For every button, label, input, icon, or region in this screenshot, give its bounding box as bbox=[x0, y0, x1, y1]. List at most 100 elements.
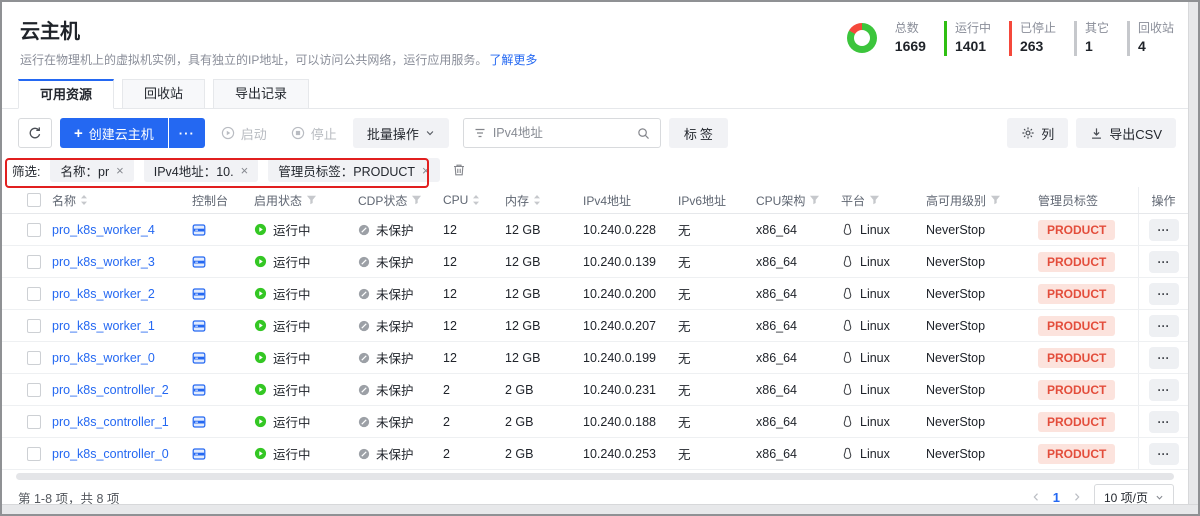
ipv4-value: 10.240.0.228 bbox=[583, 223, 656, 237]
row-actions-button[interactable]: ··· bbox=[1149, 411, 1179, 433]
filter-chip-admin-tag[interactable]: 管理员标签：PRODUCT × bbox=[268, 158, 439, 182]
page-number[interactable]: 1 bbox=[1053, 490, 1060, 505]
prev-page-button[interactable] bbox=[1029, 490, 1043, 504]
filter-icon[interactable] bbox=[411, 195, 422, 205]
column-header-platform[interactable]: 平台 bbox=[841, 192, 926, 209]
export-csv-button[interactable]: 导出CSV bbox=[1076, 118, 1176, 148]
tab-available-resources[interactable]: 可用资源 bbox=[18, 79, 114, 109]
select-all-checkbox[interactable] bbox=[27, 193, 41, 207]
tab-export-records[interactable]: 导出记录 bbox=[213, 79, 309, 109]
row-checkbox[interactable] bbox=[27, 255, 41, 269]
admin-tag-badge: PRODUCT bbox=[1038, 316, 1115, 336]
sort-icon[interactable] bbox=[472, 194, 480, 206]
sort-icon[interactable] bbox=[533, 194, 541, 206]
column-header-mem[interactable]: 内存 bbox=[505, 192, 583, 209]
host-name-link[interactable]: pro_k8s_worker_1 bbox=[52, 319, 155, 333]
memory-value: 2 GB bbox=[505, 383, 534, 397]
search-input[interactable] bbox=[493, 126, 630, 140]
column-header-tag[interactable]: 管理员标签 bbox=[1038, 192, 1138, 209]
filter-chip-ipv4[interactable]: IPv4地址：10. × bbox=[144, 158, 259, 182]
stop-circle-icon bbox=[291, 126, 305, 140]
close-icon[interactable]: × bbox=[422, 164, 430, 177]
row-checkbox[interactable] bbox=[27, 319, 41, 333]
tab-recycle-bin[interactable]: 回收站 bbox=[122, 79, 205, 109]
column-header-ipv4[interactable]: IPv4地址 bbox=[583, 192, 678, 209]
columns-button[interactable]: 列 bbox=[1007, 118, 1068, 148]
page-subtitle-text: 运行在物理机上的虚拟机实例，具有独立的IP地址，可以访问公共网络，运行应用服务。 bbox=[20, 53, 487, 67]
cpu-value: 12 bbox=[443, 287, 457, 301]
close-icon[interactable]: × bbox=[241, 164, 249, 177]
learn-more-link[interactable]: 了解更多 bbox=[489, 53, 537, 67]
stop-button[interactable]: 停止 bbox=[283, 118, 345, 148]
row-actions-button[interactable]: ··· bbox=[1149, 379, 1179, 401]
create-more-button[interactable]: ··· bbox=[169, 118, 205, 148]
gear-icon bbox=[1021, 126, 1035, 140]
table-row: pro_k8s_controller_2 运行中 未保护 2 2 GB 10.2… bbox=[2, 374, 1188, 406]
platform-text: Linux bbox=[860, 255, 890, 269]
console-icon[interactable] bbox=[192, 383, 206, 397]
vertical-scrollbar[interactable] bbox=[1188, 2, 1198, 514]
column-header-ipv6[interactable]: IPv6地址 bbox=[678, 192, 756, 209]
create-host-button[interactable]: + 创建云主机 bbox=[60, 118, 168, 148]
console-icon[interactable] bbox=[192, 415, 206, 429]
row-actions-button[interactable]: ··· bbox=[1149, 347, 1179, 369]
batch-actions-button[interactable]: 批量操作 bbox=[353, 118, 449, 148]
filter-icon[interactable] bbox=[306, 195, 317, 205]
filter-icon[interactable] bbox=[869, 195, 880, 205]
page-size-select[interactable]: 10 项/页 bbox=[1094, 484, 1174, 504]
column-header-cpu[interactable]: CPU bbox=[443, 193, 505, 207]
admin-tag-badge: PRODUCT bbox=[1038, 252, 1115, 272]
row-actions-button[interactable]: ··· bbox=[1149, 251, 1179, 273]
host-name-link[interactable]: pro_k8s_worker_0 bbox=[52, 351, 155, 365]
column-header-ha[interactable]: 高可用级别 bbox=[926, 192, 1038, 209]
next-page-button[interactable] bbox=[1070, 490, 1084, 504]
unprotected-icon bbox=[358, 416, 370, 428]
column-header-arch[interactable]: CPU架构 bbox=[756, 192, 841, 209]
console-icon[interactable] bbox=[192, 447, 206, 461]
row-checkbox[interactable] bbox=[27, 383, 41, 397]
cpu-value: 2 bbox=[443, 383, 450, 397]
console-icon[interactable] bbox=[192, 351, 206, 365]
console-icon[interactable] bbox=[192, 223, 206, 237]
close-icon[interactable]: × bbox=[116, 164, 124, 177]
start-button[interactable]: 启动 bbox=[213, 118, 275, 148]
unprotected-icon bbox=[358, 288, 370, 300]
console-icon[interactable] bbox=[192, 287, 206, 301]
row-checkbox[interactable] bbox=[27, 223, 41, 237]
running-status-icon bbox=[254, 319, 267, 332]
column-header-name[interactable]: 名称 bbox=[52, 192, 192, 209]
console-icon[interactable] bbox=[192, 319, 206, 333]
host-name-link[interactable]: pro_k8s_worker_2 bbox=[52, 287, 155, 301]
column-header-ops[interactable]: 操作 bbox=[1138, 187, 1188, 213]
filter-icon[interactable] bbox=[809, 195, 820, 205]
row-checkbox[interactable] bbox=[27, 287, 41, 301]
row-actions-button[interactable]: ··· bbox=[1149, 283, 1179, 305]
admin-tag-badge: PRODUCT bbox=[1038, 220, 1115, 240]
search-icon[interactable] bbox=[637, 127, 650, 140]
refresh-button[interactable] bbox=[18, 118, 52, 148]
row-checkbox[interactable] bbox=[27, 447, 41, 461]
row-actions-button[interactable]: ··· bbox=[1149, 443, 1179, 465]
host-name-link[interactable]: pro_k8s_controller_1 bbox=[52, 415, 169, 429]
clear-filters-button[interactable] bbox=[450, 161, 468, 179]
column-header-status[interactable]: 启用状态 bbox=[254, 192, 358, 209]
column-header-cdp[interactable]: CDP状态 bbox=[358, 192, 443, 209]
tags-button[interactable]: 标签 bbox=[669, 118, 728, 148]
horizontal-scrollbar[interactable] bbox=[16, 473, 1174, 480]
ha-level-value: NeverStop bbox=[926, 255, 985, 269]
sort-icon[interactable] bbox=[80, 194, 88, 206]
filter-icon[interactable] bbox=[990, 195, 1001, 205]
row-checkbox[interactable] bbox=[27, 351, 41, 365]
filter-chip-name[interactable]: 名称：pr × bbox=[50, 158, 133, 182]
host-name-link[interactable]: pro_k8s_controller_2 bbox=[52, 383, 169, 397]
host-name-link[interactable]: pro_k8s_worker_4 bbox=[52, 223, 155, 237]
console-icon[interactable] bbox=[192, 255, 206, 269]
host-name-link[interactable]: pro_k8s_controller_0 bbox=[52, 447, 169, 461]
row-actions-button[interactable]: ··· bbox=[1149, 219, 1179, 241]
row-actions-button[interactable]: ··· bbox=[1149, 315, 1179, 337]
column-header-console[interactable]: 控制台 bbox=[192, 192, 254, 209]
host-name-link[interactable]: pro_k8s_worker_3 bbox=[52, 255, 155, 269]
filter-type-icon[interactable] bbox=[474, 127, 486, 139]
cpu-value: 2 bbox=[443, 447, 450, 461]
row-checkbox[interactable] bbox=[27, 415, 41, 429]
